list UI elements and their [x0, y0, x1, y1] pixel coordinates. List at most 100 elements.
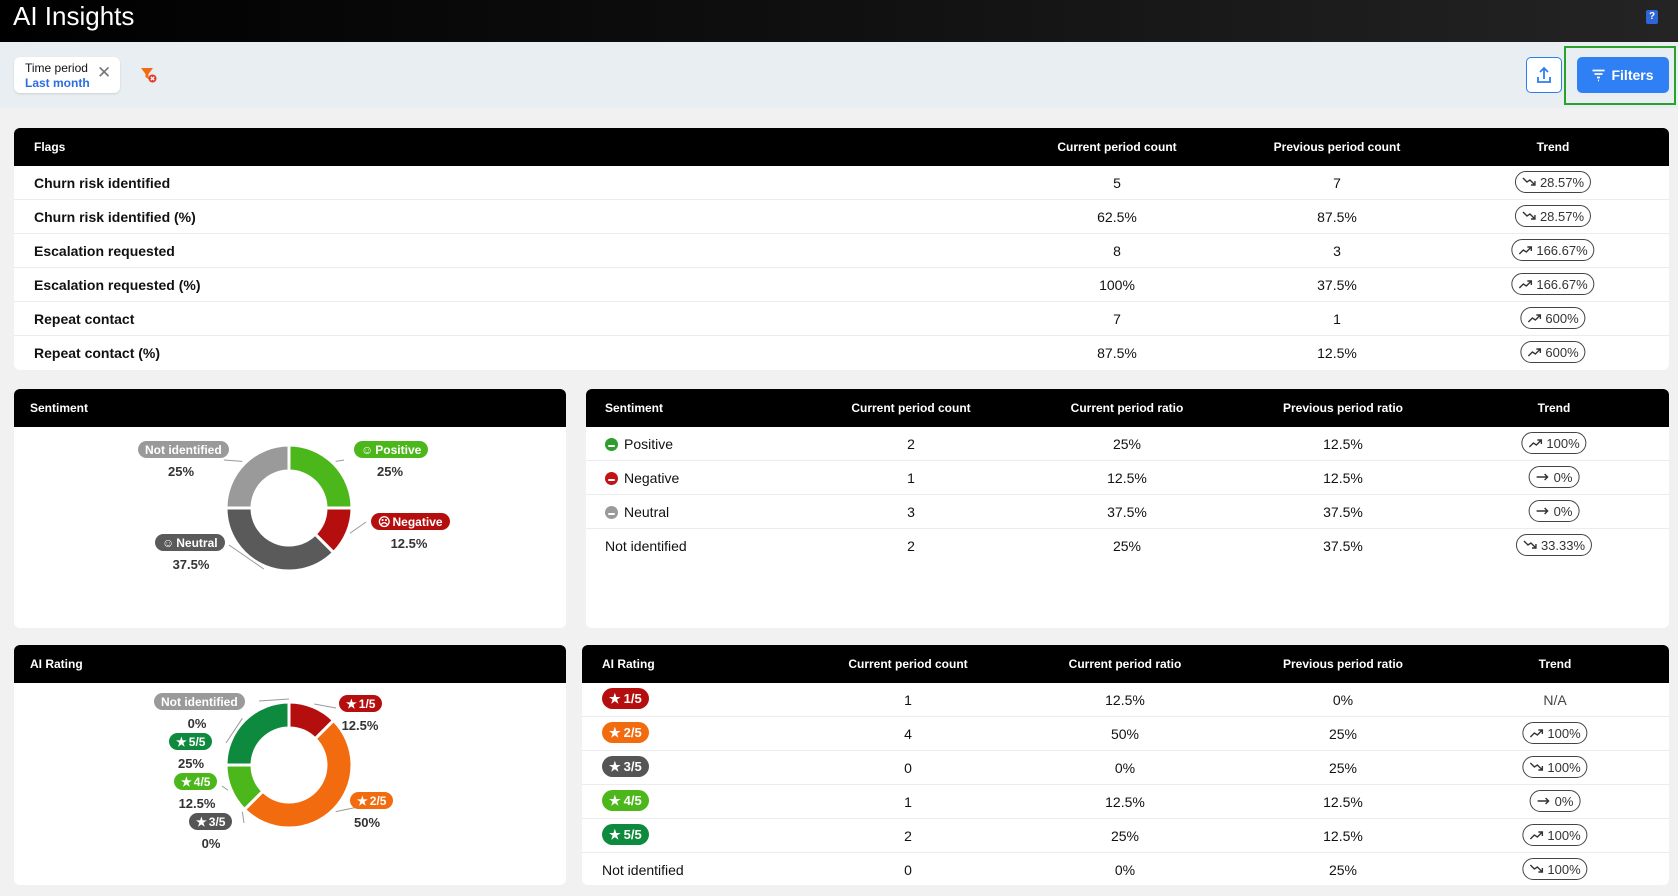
trend-value: 100%: [1546, 435, 1580, 451]
star-icon: ★: [609, 792, 621, 808]
sentiment-label-text: Not identified: [605, 538, 687, 554]
help-icon[interactable]: ?: [1646, 10, 1658, 24]
current-ratio: 0%: [1114, 760, 1136, 776]
chart-value-label: 12.5%: [178, 796, 216, 811]
star-icon: ★: [609, 758, 621, 774]
star-icon: ★: [609, 826, 621, 842]
trend-flat-icon: [1536, 507, 1549, 515]
trend-value: 33.33%: [1540, 537, 1586, 553]
column-header: Sentiment: [605, 401, 664, 415]
current-count: 87.5%: [1097, 345, 1137, 361]
trend-pill: 100%: [1522, 722, 1588, 744]
chart-legend-badge: ★ 3/5: [189, 813, 233, 830]
column-header: Previous period ratio: [1282, 401, 1404, 415]
flag-label: Escalation requested (%): [34, 277, 201, 293]
neutral-face-icon: [605, 506, 618, 519]
sentiment-label: Not identified: [605, 538, 687, 554]
previous-ratio: 25%: [1328, 760, 1358, 776]
sentiment-table-header: Sentiment Current period count Current p…: [586, 389, 1669, 427]
filters-button[interactable]: Filters: [1577, 57, 1669, 93]
sentiment-label-text: Negative: [624, 470, 680, 486]
column-header: Previous period count: [1273, 140, 1401, 154]
close-icon[interactable]: ✕: [97, 63, 111, 83]
rating-donut-chart: [221, 698, 359, 830]
current-count: 0: [904, 862, 912, 878]
current-count: 62.5%: [1097, 209, 1137, 225]
table-row: Not identified 2 25% 37.5% 33.33%: [586, 529, 1669, 563]
donut-slice: [224, 506, 336, 573]
export-button[interactable]: [1526, 57, 1562, 93]
previous-ratio: 25%: [1328, 726, 1358, 742]
table-row: Escalation requested 8 3 166.67%: [14, 234, 1669, 268]
chart-legend-badge: Not identified: [138, 441, 229, 458]
trend-pill: 100%: [1522, 824, 1588, 846]
rating-badge: ★ 5/5: [602, 824, 649, 845]
rating-label: Not identified: [602, 862, 684, 878]
chart-legend-badge: ★ 2/5: [350, 792, 394, 809]
chart-legend-badge: ☺ Neutral: [155, 534, 225, 551]
rating-table-body: ★ 1/5 1 12.5% 0% N/A ★ 2/5 4 50% 25% 100% ★ 3/5 0 0% 25%…: [582, 683, 1669, 885]
current-count: 2: [907, 538, 915, 554]
previous-ratio: 25%: [1328, 862, 1358, 878]
trend-value: 0%: [1553, 469, 1573, 485]
column-header: Current period ratio: [1070, 401, 1184, 415]
current-ratio: 37.5%: [1107, 504, 1147, 520]
neutral-face-icon: ☺: [162, 535, 175, 550]
trend-up-icon: [1528, 439, 1543, 448]
star-icon: ★: [181, 774, 192, 789]
app-title: AI Insights: [13, 1, 135, 31]
trend-pill: 100%: [1522, 756, 1588, 778]
table-row: Negative 1 12.5% 12.5% 0%: [586, 461, 1669, 495]
chart-legend-badge: ★ 1/5: [339, 695, 383, 712]
chart-value-label: 25%: [167, 464, 195, 479]
time-period-chip[interactable]: Time period Last month ✕: [14, 57, 120, 93]
rating-table-header: AI Rating Current period count Current p…: [582, 645, 1669, 683]
trend-up-icon: [1529, 831, 1544, 840]
current-count: 2: [907, 436, 915, 452]
flag-label: Repeat contact (%): [34, 345, 161, 361]
current-count: 7: [1113, 311, 1121, 327]
table-row: Escalation requested (%) 100% 37.5% 166.67%: [14, 268, 1669, 302]
trend-value: 100%: [1547, 861, 1581, 877]
trend-pill: 33.33%: [1515, 534, 1593, 556]
table-row: ★ 1/5 1 12.5% 0% N/A: [582, 683, 1669, 717]
current-count: 1: [907, 470, 915, 486]
chart-category-label: Not identified: [145, 442, 222, 457]
chart-category-label: 2/5: [369, 793, 387, 808]
clear-filters-icon[interactable]: [140, 65, 158, 85]
column-header: Current period count: [848, 657, 968, 671]
rating-badge: ★ 4/5: [602, 790, 649, 811]
trend-value: 100%: [1547, 759, 1581, 775]
trend-pill: 100%: [1521, 432, 1587, 454]
current-ratio: 12.5%: [1107, 470, 1147, 486]
table-row: ★ 5/5 2 25% 12.5% 100%: [582, 819, 1669, 853]
table-row: Repeat contact (%) 87.5% 12.5% 600%: [14, 336, 1669, 370]
chart-value-label: 12.5%: [390, 536, 428, 551]
chart-category-label: 3/5: [208, 814, 226, 829]
table-row: Neutral 3 37.5% 37.5% 0%: [586, 495, 1669, 529]
flag-label: Escalation requested: [34, 243, 175, 259]
trend-down-icon: [1529, 762, 1544, 771]
rating-chart-panel: AI Rating ★ 1/5 12.5% ★ 2/5 50% ★ 3/5 0% ★ 4/5 12.5…: [14, 645, 566, 885]
leader-line: [335, 459, 345, 462]
current-count: 5: [1113, 175, 1121, 191]
table-row: Repeat contact 7 1 600%: [14, 302, 1669, 336]
sentiment-table-body: Positive 2 25% 12.5% 100% Negative 1 12.5% 12.5%…: [586, 427, 1669, 628]
column-header: Current period count: [851, 401, 971, 415]
trend-value: 100%: [1547, 725, 1581, 741]
chip-value: Last month: [25, 76, 90, 90]
trend-up-icon: [1527, 348, 1542, 357]
rating-label: 1/5: [623, 691, 642, 706]
sentiment-donut-chart: [223, 443, 367, 573]
smile-icon: ☺: [361, 442, 374, 457]
top-bar: AI Insights ?: [0, 0, 1678, 42]
current-ratio: 0%: [1114, 862, 1136, 878]
rating-table-panel: AI Rating Current period count Current p…: [582, 645, 1669, 885]
leader-line: [241, 811, 245, 824]
flags-table-body: Churn risk identified 5 7 28.57% Churn risk …: [14, 166, 1669, 370]
current-count: 8: [1113, 243, 1121, 259]
table-row: Not identified 0 0% 25% 100%: [582, 853, 1669, 885]
current-count: 0: [904, 760, 912, 776]
leader-line: [223, 459, 243, 462]
frown-icon: ☹: [378, 514, 391, 529]
